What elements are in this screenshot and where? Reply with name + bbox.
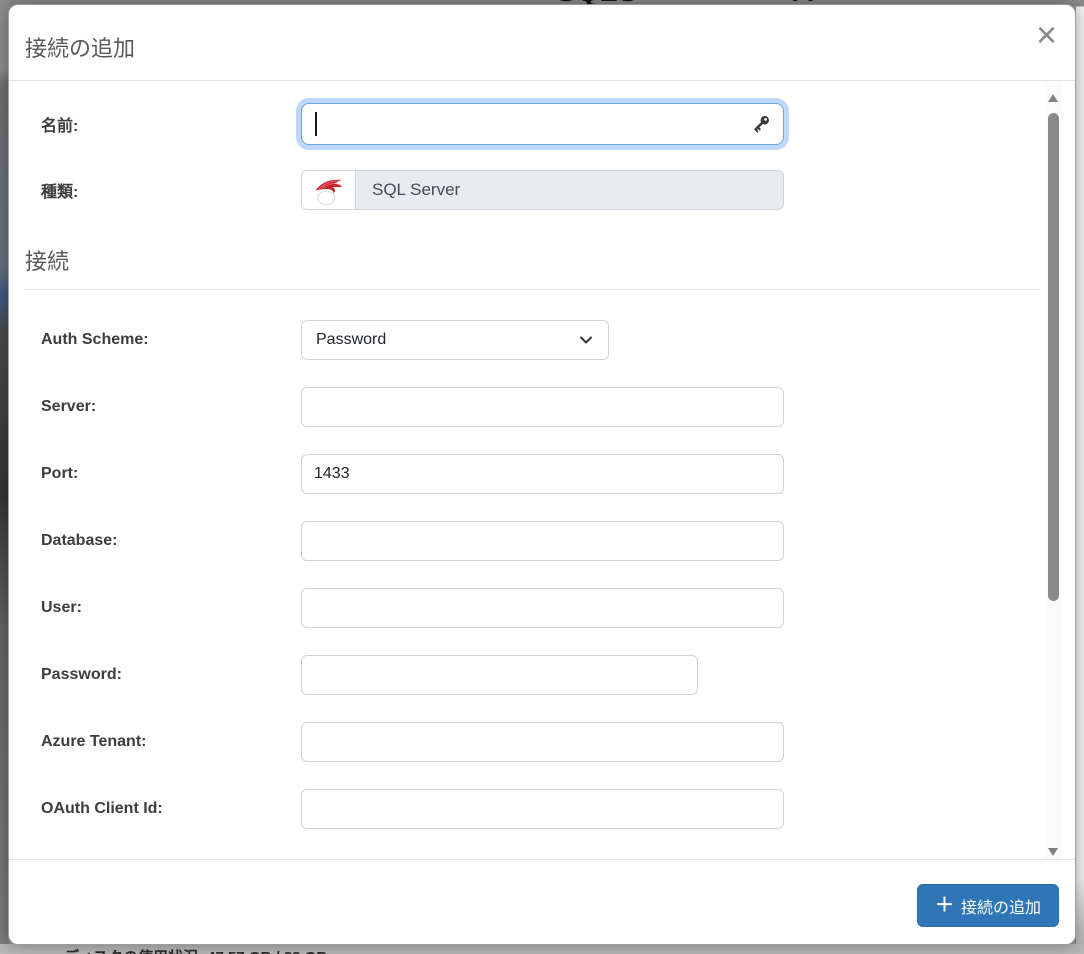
field-label: Azure Tenant: bbox=[41, 722, 301, 762]
sql-server-logo-box bbox=[302, 171, 356, 209]
background-page-right-strip bbox=[1076, 0, 1084, 954]
add-connection-dialog: 接続の追加 × 名前: bbox=[8, 4, 1076, 945]
form-row-password: Password: bbox=[41, 655, 1039, 695]
name-input[interactable] bbox=[301, 103, 784, 145]
field-label: User: bbox=[41, 588, 301, 628]
oauth-client-id-input[interactable] bbox=[301, 789, 784, 829]
server-input[interactable] bbox=[301, 387, 784, 427]
connection-section-heading: 接続 bbox=[25, 244, 1039, 276]
key-icon bbox=[750, 113, 772, 135]
form-row-oauth-client-id: OAuth Client Id: bbox=[41, 789, 1039, 829]
add-connection-button-label: 接続の追加 bbox=[961, 894, 1041, 918]
scroll-up-arrow-icon[interactable] bbox=[1048, 94, 1058, 102]
connection-type-value: SQL Server bbox=[356, 171, 460, 209]
field-label: Auth Scheme: bbox=[41, 320, 301, 360]
name-label: 名前: bbox=[41, 102, 301, 146]
scrollbar-thumb[interactable] bbox=[1048, 113, 1059, 601]
type-label: 種類: bbox=[41, 170, 301, 210]
database-input[interactable] bbox=[301, 521, 784, 561]
name-row: 名前: bbox=[41, 102, 1039, 146]
password-input[interactable] bbox=[301, 655, 698, 695]
field-label: Server: bbox=[41, 387, 301, 427]
type-row: 種類: SQL Server bbox=[41, 170, 1039, 210]
form-row-user: User: bbox=[41, 588, 1039, 628]
field-label: Password: bbox=[41, 655, 301, 695]
sql-server-icon bbox=[312, 173, 346, 207]
background-page-bottom-strip: ディスクの使用状況: 47.57 GB / 88 GB bbox=[0, 944, 1084, 954]
field-label: Database: bbox=[41, 521, 301, 561]
form-row-port: Port: bbox=[41, 454, 1039, 494]
close-icon[interactable]: × bbox=[1036, 17, 1057, 53]
add-connection-button[interactable]: ＋ 接続の追加 bbox=[917, 884, 1059, 927]
form-row-database: Database: bbox=[41, 521, 1039, 561]
text-cursor bbox=[315, 112, 317, 136]
dialog-footer: ＋ 接続の追加 bbox=[9, 859, 1075, 944]
dialog-body: 名前: 種類: bbox=[9, 82, 1039, 861]
vertical-scrollbar[interactable] bbox=[1045, 82, 1062, 861]
dialog-header: 接続の追加 × bbox=[9, 5, 1075, 81]
user-input[interactable] bbox=[301, 588, 784, 628]
scroll-down-arrow-icon[interactable] bbox=[1048, 848, 1058, 856]
form-row-auth-scheme: Auth Scheme: Password bbox=[41, 320, 1039, 360]
auth-scheme-select[interactable]: Password bbox=[301, 320, 609, 360]
auth-scheme-selected-value: Password bbox=[316, 331, 386, 349]
azure-tenant-input[interactable] bbox=[301, 722, 784, 762]
disk-usage-status-text: ディスクの使用状況: 47.57 GB / 88 GB bbox=[64, 946, 327, 954]
port-input[interactable] bbox=[301, 454, 784, 494]
connection-type-field: SQL Server bbox=[301, 170, 784, 210]
section-divider bbox=[25, 289, 1039, 290]
plus-icon: ＋ bbox=[935, 896, 954, 915]
form-row-azure-tenant: Azure Tenant: bbox=[41, 722, 1039, 762]
field-label: Port: bbox=[41, 454, 301, 494]
form-row-server: Server: bbox=[41, 387, 1039, 427]
chevron-down-icon bbox=[578, 332, 594, 348]
field-label: OAuth Client Id: bbox=[41, 789, 301, 829]
dialog-title: 接続の追加 bbox=[25, 31, 135, 63]
